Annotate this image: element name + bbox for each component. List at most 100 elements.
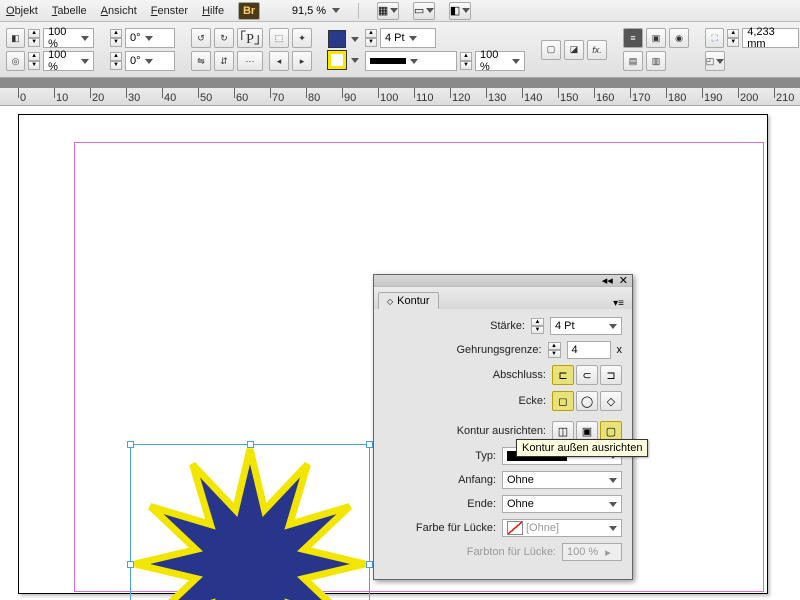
panel-titlebar[interactable]: ◂◂ ✕: [374, 275, 632, 287]
select-next-icon[interactable]: ▸: [292, 51, 312, 71]
angle1-field[interactable]: 0°: [125, 28, 175, 48]
staerke-spinner[interactable]: ▲▼: [531, 318, 544, 334]
farbe-label: Farbe für Lücke:: [396, 522, 496, 534]
cap-butt-icon[interactable]: ⊏: [552, 365, 574, 385]
collapse-icon[interactable]: ◂◂: [602, 274, 613, 287]
stroke-dropdown-icon[interactable]: [351, 58, 359, 63]
fill-swatch-icon[interactable]: ◧: [6, 28, 25, 48]
menu-objekt[interactable]: Objekt: [6, 5, 38, 17]
staerke-field[interactable]: 4 Pt: [550, 317, 622, 335]
handle-w[interactable]: [127, 561, 134, 568]
width-field[interactable]: 4,233 mm: [742, 28, 799, 48]
tooltip: Kontur außen ausrichten: [516, 439, 648, 457]
bridge-button[interactable]: Br: [238, 2, 260, 20]
ende-field[interactable]: Ohne: [502, 495, 622, 513]
handle-ne[interactable]: [366, 441, 373, 448]
angle1-spinner[interactable]: ▲▼: [110, 29, 122, 47]
arrange-button[interactable]: ▭: [413, 2, 435, 20]
effects-icon-1[interactable]: ▢: [541, 40, 561, 60]
none-swatch-icon: [507, 521, 523, 535]
anfang-label: Anfang:: [396, 474, 496, 486]
menubar: Objekt Tabelle Ansicht Fenster Hilfe Br …: [0, 0, 800, 22]
wrap-jump-icon[interactable]: ▤: [623, 51, 643, 71]
stroke-preview-icon: [370, 58, 406, 64]
cap-round-icon[interactable]: ⊂: [576, 365, 598, 385]
gehrung-label: Gehrungsgrenze:: [442, 344, 542, 356]
select-container-icon[interactable]: ⬚: [269, 28, 289, 48]
gehrung-suffix: x: [617, 344, 623, 356]
gehrung-field[interactable]: 4: [567, 341, 611, 359]
document-canvas[interactable]: ◂◂ ✕ ◇Kontur ▾≡ Stärke: ▲▼ 4 Pt Gehrungs…: [0, 106, 800, 600]
align-inside-icon[interactable]: ▣: [576, 421, 598, 441]
handle-n[interactable]: [247, 441, 254, 448]
fill-dropdown-icon[interactable]: [351, 37, 359, 42]
wrap-shape-icon[interactable]: ◉: [669, 28, 689, 48]
flip-v-icon[interactable]: ⇵: [214, 51, 234, 71]
angle2-field[interactable]: 0°: [125, 51, 175, 71]
corner-options-icon[interactable]: ◰: [705, 51, 725, 71]
gehrung-spinner[interactable]: ▲▼: [548, 342, 561, 358]
align-center-icon[interactable]: ◫: [552, 421, 574, 441]
select-content-icon[interactable]: ✦: [292, 28, 312, 48]
angle2-spinner[interactable]: ▲▼: [110, 52, 122, 70]
stroke-weight-field[interactable]: 4 Pt: [380, 28, 436, 48]
zoom-dropdown-icon[interactable]: [332, 8, 340, 13]
typ-label: Typ:: [396, 450, 496, 462]
opacity3-spinner[interactable]: ▲▼: [460, 52, 472, 70]
opacity2-field[interactable]: 100 %: [43, 51, 94, 71]
opacity3-field[interactable]: 100 %: [475, 51, 525, 71]
options-icon[interactable]: ⋯: [237, 51, 263, 71]
control-toolbar: ◧ ▲▼ 100 % ◎ ▲▼ 100 % ▲▼ 0° ▲▼ 0° ↺ ↻ 「P…: [0, 22, 800, 78]
stroke-swatch-icon[interactable]: ◎: [6, 51, 25, 71]
kontur-tab[interactable]: ◇Kontur: [378, 292, 439, 309]
farbton-field: 100 %▸: [562, 543, 622, 561]
frame-fitting-icon[interactable]: ⛶: [705, 28, 724, 48]
fill-color-swatch[interactable]: [328, 30, 346, 48]
staerke-label: Stärke:: [425, 320, 525, 332]
ende-label: Ende:: [396, 498, 496, 510]
rotate-cw-icon[interactable]: ↻: [214, 28, 234, 48]
menu-tabelle[interactable]: Tabelle: [52, 5, 87, 17]
abschluss-label: Abschluss:: [446, 369, 546, 381]
cap-projecting-icon[interactable]: ⊐: [600, 365, 622, 385]
wrap-bbox-icon[interactable]: ▣: [646, 28, 666, 48]
opacity1-spinner[interactable]: ▲▼: [28, 29, 40, 47]
menu-hilfe[interactable]: Hilfe: [202, 5, 224, 17]
rotate-ccw-icon[interactable]: ↺: [191, 28, 211, 48]
horizontal-ruler[interactable]: 0102030405060708090100110120130140150160…: [0, 88, 800, 106]
handle-e[interactable]: [366, 561, 373, 568]
selection-bounding-box: [130, 444, 370, 600]
join-bevel-icon[interactable]: ◇: [600, 391, 622, 411]
strokeweight-spinner[interactable]: ▲▼: [365, 29, 377, 47]
flip-h-icon[interactable]: ⇋: [191, 51, 211, 71]
farbe-field[interactable]: [Ohne]: [502, 519, 622, 537]
stroke-type-field[interactable]: [365, 51, 457, 71]
wrap-jump-next-icon[interactable]: ▥: [646, 51, 666, 71]
workspace-button[interactable]: ◧: [449, 2, 471, 20]
opacity1-field[interactable]: 100 %: [43, 28, 94, 48]
farbton-label: Farbton für Lücke:: [456, 546, 556, 558]
screen-mode-button[interactable]: ▦: [377, 2, 399, 20]
stroke-color-swatch[interactable]: [328, 51, 346, 69]
ausrichten-label: Kontur ausrichten:: [446, 425, 546, 437]
join-round-icon[interactable]: ◯: [576, 391, 598, 411]
align-outside-icon[interactable]: ▢: [600, 421, 622, 441]
zoom-value[interactable]: 91,5 %: [280, 5, 326, 17]
stroke-panel[interactable]: ◂◂ ✕ ◇Kontur ▾≡ Stärke: ▲▼ 4 Pt Gehrungs…: [373, 274, 633, 580]
menu-ansicht[interactable]: Ansicht: [101, 5, 137, 17]
select-prev-icon[interactable]: ◂: [269, 51, 289, 71]
menu-fenster[interactable]: Fenster: [151, 5, 188, 17]
anfang-field[interactable]: Ohne: [502, 471, 622, 489]
effects-icon-2[interactable]: ◪: [564, 40, 584, 60]
panel-menu-icon[interactable]: ▾≡: [613, 298, 624, 309]
wrap-none-icon[interactable]: ≡: [623, 28, 643, 48]
dark-band: [0, 78, 800, 88]
text-tool-icon[interactable]: 「P」: [237, 28, 263, 48]
close-icon[interactable]: ✕: [619, 274, 628, 287]
ecke-label: Ecke:: [446, 395, 546, 407]
handle-nw[interactable]: [127, 441, 134, 448]
width-spinner[interactable]: ▲▼: [727, 29, 739, 47]
join-miter-icon[interactable]: ◻: [552, 391, 574, 411]
fx-button[interactable]: fx.: [587, 40, 607, 60]
opacity2-spinner[interactable]: ▲▼: [28, 52, 40, 70]
